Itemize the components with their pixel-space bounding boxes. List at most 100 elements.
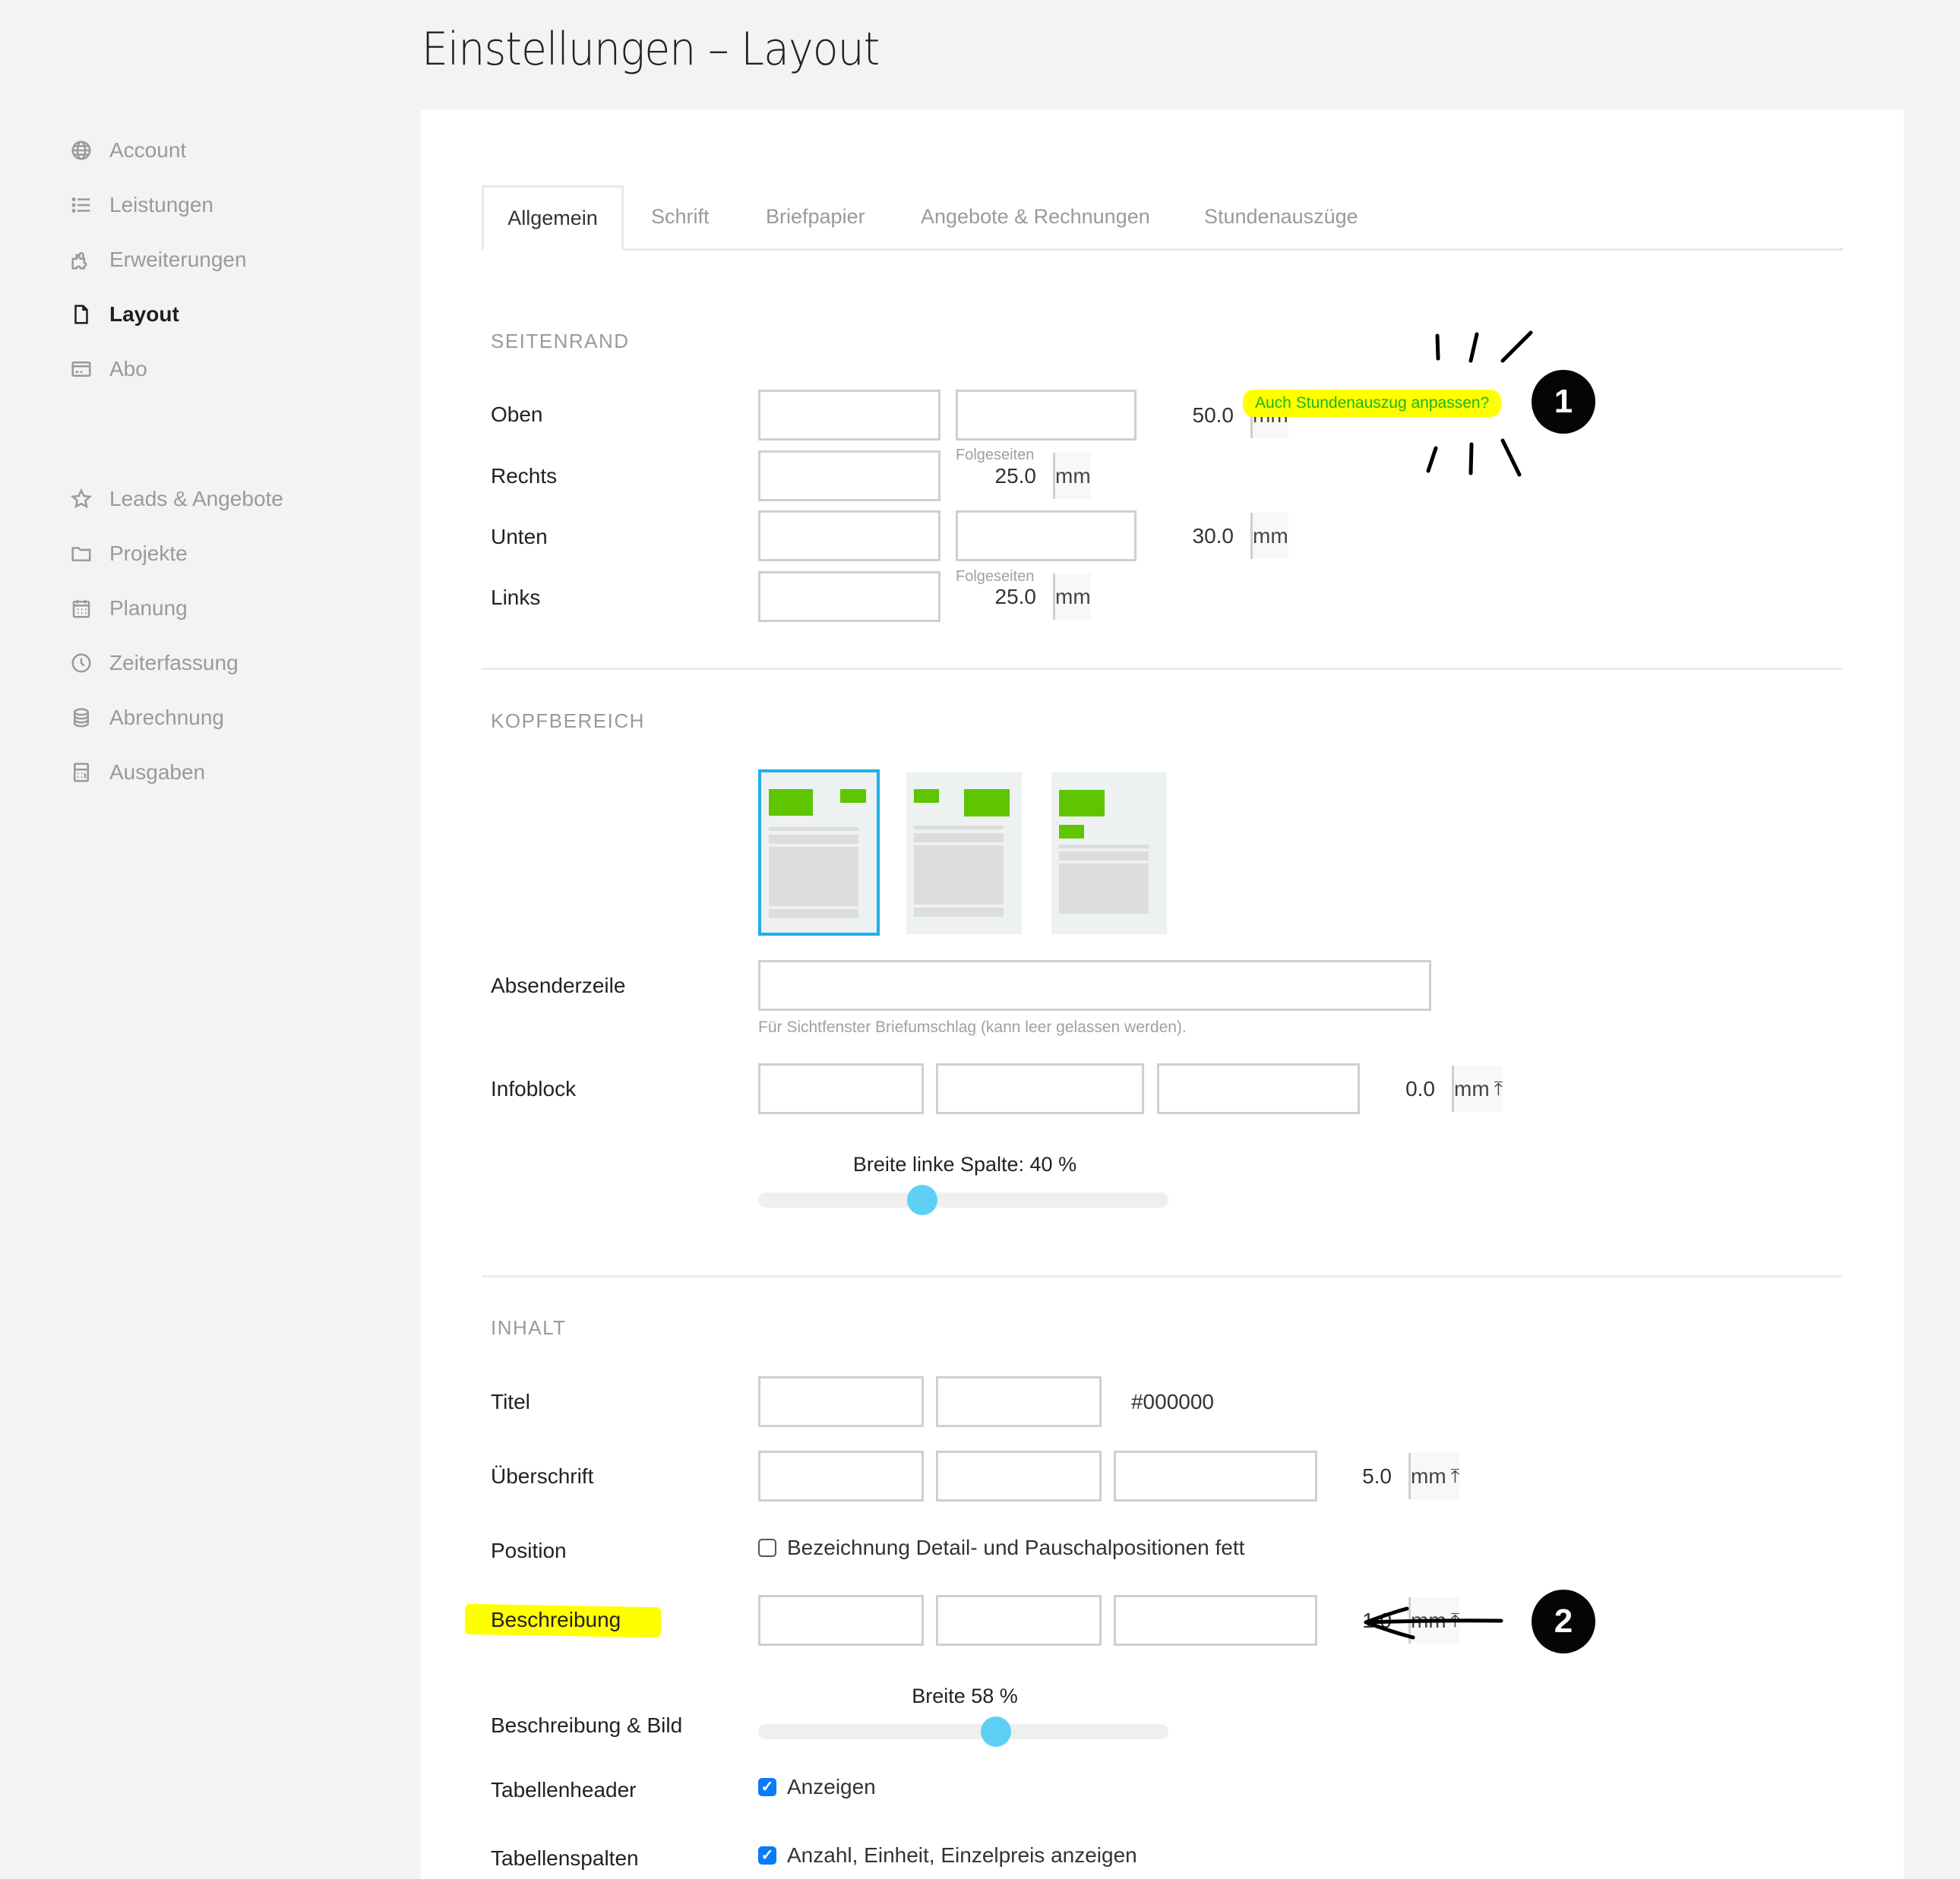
titel-color-group — [936, 1376, 1231, 1427]
unit-addon: mm — [1053, 573, 1091, 620]
clock-icon — [68, 650, 94, 676]
unten-folgeseiten-input-group: mm — [956, 510, 1288, 561]
sidebar-item-layout[interactable]: Layout — [68, 296, 179, 333]
checkbox-label: Bezeichnung Detail- und Pauschalposition… — [787, 1536, 1245, 1559]
label-oben: Oben — [491, 403, 543, 426]
sidebar-item-erweiterungen[interactable]: Erweiterungen — [68, 242, 247, 278]
label-rechts: Rechts — [491, 464, 558, 488]
section-title-inhalt: INHALT — [491, 1316, 567, 1339]
label-position: Position — [491, 1539, 567, 1562]
beschreibung-bild-width-slider[interactable] — [758, 1716, 1168, 1747]
sidebar-item-label: Abo — [109, 357, 147, 381]
absenderzeile-hint: Für Sichtfenster Briefumschlag (kann lee… — [758, 1018, 1187, 1036]
tab-schrift[interactable]: Schrift — [651, 185, 710, 248]
slider-thumb[interactable] — [907, 1185, 937, 1215]
label-ueberschrift: Überschrift — [491, 1464, 594, 1488]
checkbox[interactable] — [758, 1778, 776, 1796]
label-unten: Unten — [491, 525, 548, 548]
globe-icon — [68, 137, 94, 163]
sidebar-item-leads-angebote[interactable]: Leads & Angebote — [68, 481, 283, 517]
arrow-up-to-line-icon: ⤒ — [1450, 1464, 1460, 1487]
infoblock-width-group: mm ↔ — [936, 1063, 1293, 1114]
sidebar-item-zeiterfassung[interactable]: Zeiterfassung — [68, 645, 239, 681]
tab-stundenauszuege[interactable]: Stundenauszüge — [1204, 185, 1358, 248]
unit-addon: mm — [1053, 453, 1091, 499]
titel-color-input[interactable] — [938, 1378, 1231, 1425]
checkbox[interactable] — [758, 1539, 776, 1557]
ueberschrift-spacing-input[interactable] — [1116, 1453, 1408, 1499]
section-divider — [482, 1275, 1843, 1277]
database-icon — [68, 705, 94, 731]
label-beschreibung-bild: Beschreibung & Bild — [491, 1713, 683, 1737]
sidebar-item-leistungen[interactable]: Leistungen — [68, 187, 213, 223]
arrow-up-to-line-icon: ⤒ — [1494, 1076, 1503, 1100]
infoblock-offset-group: mm ⤒ — [1157, 1063, 1503, 1114]
tab-briefpapier[interactable]: Briefpapier — [766, 185, 865, 248]
sidebar-item-label: Abrechnung — [109, 706, 225, 729]
annotation-arrow-left-icon — [1364, 1606, 1503, 1640]
rechts-input-group: mm — [758, 450, 1091, 501]
attention-burst-icon — [1426, 330, 1533, 477]
ueberschrift-color-group — [936, 1451, 1231, 1502]
ueberschrift-spacing-group: mm ⤒ — [1114, 1451, 1460, 1502]
beschreibung-size-group: Pt — [758, 1595, 1076, 1646]
calculator-icon — [68, 759, 94, 785]
label-links: Links — [491, 586, 541, 609]
titel-size-group: Pt — [758, 1376, 1076, 1427]
tabellenspalten-checkbox[interactable]: Anzahl, Einheit, Einzelpreis anzeigen — [758, 1843, 1137, 1868]
infoblock-width-slider[interactable] — [758, 1185, 1168, 1215]
tabellenheader-checkbox[interactable]: Anzeigen — [758, 1775, 876, 1799]
sidebar-item-label: Ausgaben — [109, 760, 206, 784]
oben-folgeseiten-input-group: mm — [956, 390, 1288, 441]
label-infoblock: Infoblock — [491, 1077, 577, 1101]
header-template-logo-left[interactable] — [758, 769, 880, 936]
position-bold-checkbox[interactable]: Bezeichnung Detail- und Pauschalposition… — [758, 1536, 1244, 1560]
sidebar-item-label: Planung — [109, 596, 188, 620]
sidebar-item-abo[interactable]: Abo — [68, 351, 147, 387]
section-divider — [482, 668, 1843, 670]
unit-label: mm — [1411, 1464, 1446, 1488]
unit-addon: mm ⤒ — [1452, 1066, 1503, 1112]
unten-folgeseiten-input[interactable] — [958, 513, 1250, 559]
section-title-seitenrand: SEITENRAND — [491, 330, 630, 352]
sidebar-item-account[interactable]: Account — [68, 132, 186, 169]
label-tabellenheader: Tabellenheader — [491, 1778, 637, 1802]
beschreibung-color-group — [936, 1595, 1231, 1646]
absenderzeile-input[interactable] — [758, 960, 1431, 1011]
sidebar-item-label: Leads & Angebote — [109, 487, 283, 510]
header-template-logo-right[interactable] — [906, 772, 1022, 934]
puzzle-icon — [68, 247, 94, 273]
infoblock-slider-label: Breite linke Spalte: 40 % — [852, 1153, 1077, 1176]
tab-allgemein[interactable]: Allgemein — [482, 185, 624, 251]
label-absenderzeile: Absenderzeile — [491, 974, 626, 997]
sidebar-item-projekte[interactable]: Projekte — [68, 535, 188, 572]
sidebar-item-planung[interactable]: Planung — [68, 590, 188, 627]
rechts-input[interactable] — [760, 453, 1053, 499]
list-icon — [68, 192, 94, 218]
sidebar-item-label: Zeiterfassung — [109, 651, 239, 674]
checkbox-label: Anzahl, Einheit, Einzelpreis anzeigen — [787, 1843, 1137, 1867]
calendar-icon — [68, 595, 94, 621]
sidebar-item-ausgaben[interactable]: Ausgaben — [68, 754, 205, 791]
infoblock-size-group: Pt — [758, 1063, 1076, 1114]
header-template-logo-stacked[interactable] — [1051, 772, 1167, 934]
ueberschrift-size-group: Pt — [758, 1451, 1076, 1502]
links-input[interactable] — [760, 573, 1053, 620]
unit-addon: mm ⤒ — [1408, 1453, 1460, 1499]
sidebar-item-label: Projekte — [109, 542, 188, 565]
sidebar-item-label: Layout — [109, 302, 179, 326]
label-beschreibung: Beschreibung — [491, 1608, 621, 1631]
unten-input-group: mm — [758, 510, 1091, 561]
unit-addon: mm — [1250, 513, 1288, 559]
infoblock-offset-input[interactable] — [1159, 1066, 1452, 1112]
unit-label: mm — [1454, 1076, 1490, 1101]
sidebar-item-abrechnung[interactable]: Abrechnung — [68, 699, 224, 736]
checkbox[interactable] — [758, 1846, 776, 1865]
folder-icon — [68, 541, 94, 567]
label-titel: Titel — [491, 1390, 530, 1413]
slider-thumb[interactable] — [981, 1716, 1012, 1747]
oben-folgeseiten-input[interactable] — [958, 392, 1250, 438]
tab-angebote-rechnungen[interactable]: Angebote & Rechnungen — [921, 185, 1150, 248]
annotation-badge-1: 1 — [1532, 370, 1595, 434]
links-input-group: mm — [758, 571, 1091, 622]
